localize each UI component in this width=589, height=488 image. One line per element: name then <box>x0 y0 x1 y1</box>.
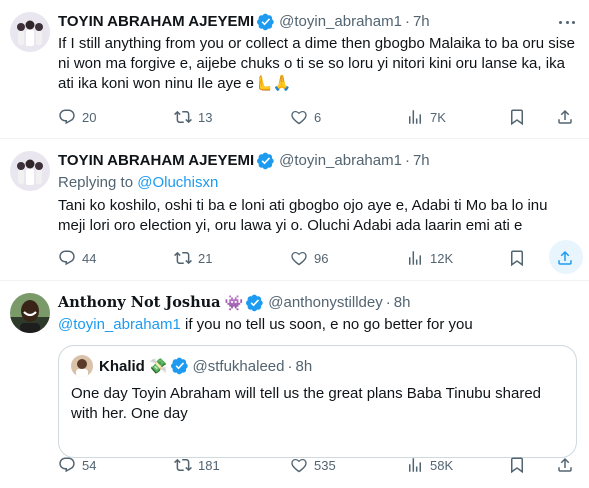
reply-icon <box>59 250 75 266</box>
bookmark-button[interactable] <box>508 247 526 269</box>
reply-count: 20 <box>82 109 97 125</box>
share-icon <box>558 457 572 472</box>
views-button[interactable]: 58K <box>406 454 453 476</box>
heart-icon <box>291 251 307 266</box>
like-count: 96 <box>314 250 329 266</box>
reply-count: 54 <box>82 457 97 473</box>
tweet-actions: 20 13 6 7K <box>58 106 578 128</box>
tweet-actions: 44 21 96 12K <box>58 240 583 274</box>
repost-icon <box>174 251 192 265</box>
share-button[interactable] <box>556 106 574 128</box>
like-button[interactable]: 535 <box>290 454 336 476</box>
avatar[interactable] <box>10 293 50 333</box>
tweet-header: Anthony Not Joshua 👾 @anthonystilldey · … <box>58 293 577 312</box>
views-icon <box>409 110 421 124</box>
timestamp[interactable]: 7h <box>413 152 430 169</box>
views-button[interactable]: 7K <box>406 106 446 128</box>
bookmark-icon <box>511 109 523 126</box>
quoted-display-name: Khalid <box>99 357 145 375</box>
display-name[interactable]: TOYIN ABRAHAM AJEYEMI <box>58 13 254 30</box>
tweet-content: Anthony Not Joshua 👾 @anthonystilldey · … <box>58 293 577 458</box>
reply-button[interactable]: 44 <box>58 247 96 269</box>
like-button[interactable]: 6 <box>290 106 321 128</box>
heart-icon <box>291 110 307 125</box>
views-count: 7K <box>430 109 446 125</box>
display-name[interactable]: TOYIN ABRAHAM AJEYEMI <box>58 152 254 169</box>
replying-to: Replying to @Oluchisxn <box>58 173 577 193</box>
repost-button[interactable]: 21 <box>174 247 212 269</box>
views-icon <box>409 251 421 265</box>
views-button[interactable]: 12K <box>406 247 453 269</box>
quoted-tweet-header: Khalid 💸 @stfukhaleed · 8h <box>71 355 564 377</box>
bookmark-icon <box>511 457 523 474</box>
more-icon[interactable] <box>557 14 577 30</box>
repost-icon <box>174 458 192 472</box>
quoted-tweet-text: One day Toyin Abraham will tell us the g… <box>71 385 542 422</box>
tweet-text: Tani ko koshilo, oshi ti ba e loni ati g… <box>58 197 548 234</box>
alien-monster-emoji: 👾 <box>224 294 244 312</box>
bookmark-button[interactable] <box>508 106 526 128</box>
repost-icon <box>174 110 192 124</box>
repost-count: 13 <box>198 109 213 125</box>
separator-dot: · <box>404 152 410 169</box>
quoted-avatar <box>71 355 93 377</box>
like-button[interactable]: 96 <box>290 247 328 269</box>
replying-to-handle[interactable]: @Oluchisxn <box>137 174 218 191</box>
reply-icon <box>59 109 75 125</box>
heart-icon <box>291 458 307 473</box>
views-count: 12K <box>430 250 454 266</box>
like-count: 6 <box>314 109 322 125</box>
share-icon <box>558 250 572 265</box>
reply-icon <box>59 457 75 473</box>
handle[interactable]: @toyin_abraham1 <box>279 152 402 169</box>
like-count: 535 <box>314 457 336 473</box>
reply-count: 44 <box>82 250 97 266</box>
mention-link[interactable]: @toyin_abraham1 <box>58 316 181 333</box>
verified-badge-icon <box>257 13 275 31</box>
handle[interactable]: @toyin_abraham1 <box>279 13 402 30</box>
repost-count: 21 <box>198 250 213 266</box>
timestamp[interactable]: 8h <box>394 294 411 311</box>
verified-badge-icon <box>246 294 264 312</box>
replying-to-label: Replying to <box>58 174 134 191</box>
verified-badge-icon <box>170 357 189 375</box>
share-button[interactable] <box>556 454 574 476</box>
display-name[interactable]: Anthony Not Joshua <box>58 294 221 311</box>
separator-dot: · <box>385 294 391 311</box>
share-button[interactable] <box>556 247 574 269</box>
quoted-timestamp: 8h <box>295 357 313 375</box>
repost-button[interactable]: 13 <box>174 106 212 128</box>
repost-count: 181 <box>198 457 220 473</box>
tweet-header: TOYIN ABRAHAM AJEYEMI @toyin_abraham1 · … <box>58 12 577 31</box>
avatar[interactable] <box>10 12 50 52</box>
quoted-tweet[interactable]: Khalid 💸 @stfukhaleed · 8h One day Toyin… <box>58 345 577 458</box>
views-icon <box>409 458 421 472</box>
tweet-content: TOYIN ABRAHAM AJEYEMI @toyin_abraham1 · … <box>58 151 577 236</box>
tweet-text: If I still anything from you or collect … <box>58 35 575 92</box>
verified-badge-icon <box>257 152 275 170</box>
tweet-header: TOYIN ABRAHAM AJEYEMI @toyin_abraham1 · … <box>58 151 577 170</box>
separator-dot: · <box>404 13 410 30</box>
reply-button[interactable]: 20 <box>58 106 96 128</box>
share-icon <box>558 109 572 124</box>
tweet[interactable]: TOYIN ABRAHAM AJEYEMI @toyin_abraham1 · … <box>0 0 589 139</box>
bookmark-button[interactable] <box>508 454 526 476</box>
money-emoji: 💸 <box>148 358 168 375</box>
tweet-text-body: if you no tell us soon, e no go better f… <box>180 316 473 333</box>
avatar[interactable] <box>10 151 50 191</box>
tweet-content: TOYIN ABRAHAM AJEYEMI @toyin_abraham1 · … <box>58 12 577 94</box>
repost-button[interactable]: 181 <box>174 454 220 476</box>
tweet-text: @toyin_abraham1 if you no tell us soon, … <box>58 315 577 335</box>
quoted-handle: @stfukhaleed <box>192 357 285 375</box>
tweet-actions: 54 181 535 58K <box>58 454 578 476</box>
tweet[interactable]: TOYIN ABRAHAM AJEYEMI @toyin_abraham1 · … <box>0 139 589 281</box>
views-count: 58K <box>430 457 454 473</box>
handle[interactable]: @anthonystilldey <box>268 294 382 311</box>
timestamp[interactable]: 7h <box>413 13 430 30</box>
reply-button[interactable]: 54 <box>58 454 96 476</box>
tweet[interactable]: Anthony Not Joshua 👾 @anthonystilldey · … <box>0 281 589 488</box>
separator-dot: · <box>287 357 293 375</box>
bookmark-icon <box>511 250 523 267</box>
